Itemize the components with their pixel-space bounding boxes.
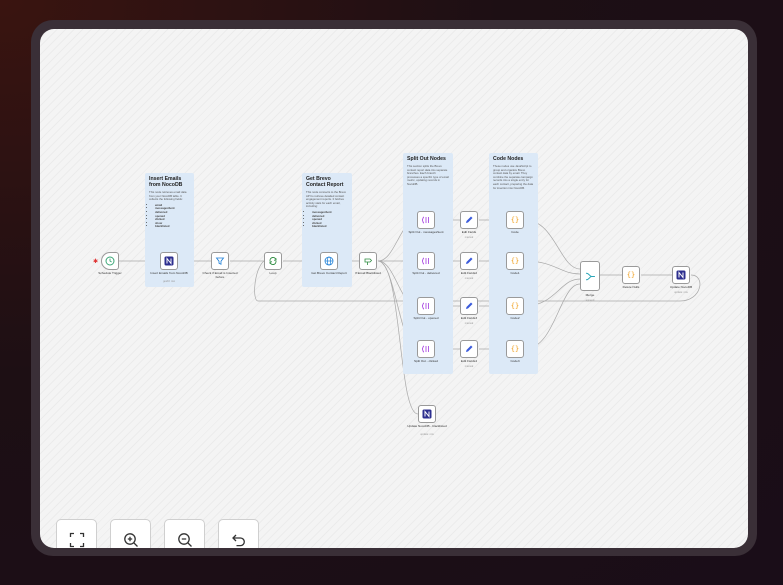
note-field: blacklisted [312, 225, 348, 229]
node-schedule-trigger[interactable] [101, 252, 119, 270]
pencil-icon [466, 302, 473, 309]
node-label: Code3 [510, 359, 520, 363]
node-code[interactable]: {} [506, 211, 524, 229]
note-title: Split Out Nodes [407, 156, 446, 162]
node-subtitle: manual [464, 277, 474, 280]
note-field: blacklisted [155, 225, 190, 229]
node-subtitle: getAll: row [162, 280, 176, 283]
zoom-out-button[interactable] [164, 519, 205, 548]
globe-icon [324, 256, 334, 266]
note-field-list: email messagesSent delivered opened clic… [149, 203, 190, 229]
note-body: This section splits the Brevo contact re… [407, 164, 449, 186]
node-subtitle: manual [464, 365, 474, 368]
node-loop[interactable] [264, 252, 282, 270]
node-label: Update NocoDB [669, 285, 693, 289]
node-label: Edit Fields [461, 230, 477, 234]
split-icon [421, 216, 429, 224]
note-body: This node retrieves email data from your… [149, 190, 187, 202]
nocodb-icon [422, 409, 432, 419]
node-update-blacklisted[interactable] [418, 405, 436, 423]
pencil-icon [466, 216, 473, 223]
node-subtitle: manual [464, 236, 474, 239]
node-subtitle: update: row [420, 433, 434, 436]
node-label: Split Out - clicked [413, 359, 439, 363]
node-split-delivered[interactable] [417, 252, 435, 270]
loop-icon [269, 257, 277, 265]
node-code1[interactable]: {} [506, 252, 524, 270]
code-braces-icon: {} [510, 302, 520, 310]
node-insert-emails[interactable] [160, 252, 178, 270]
undo-icon [231, 534, 245, 546]
split-icon [421, 345, 429, 353]
node-split-clicked[interactable] [417, 340, 435, 358]
node-label: Update NocoDB - blacklisted [407, 424, 447, 428]
node-split-messagessent[interactable] [417, 211, 435, 229]
code-braces-icon: {} [510, 216, 520, 224]
note-field-list: messagesSent delivered opened clicked bl… [306, 210, 348, 229]
node-if-blacklisted[interactable] [359, 252, 377, 270]
code-braces-icon: {} [510, 257, 520, 265]
node-check-email[interactable] [211, 252, 229, 270]
node-label: Split Out - messagesSent [408, 230, 444, 234]
node-update-nocodb[interactable] [672, 266, 690, 284]
split-icon [421, 302, 429, 310]
signpost-icon [364, 258, 373, 265]
node-label: Edit Fields2 [460, 271, 478, 275]
code-braces-icon: {} [510, 345, 520, 353]
pencil-icon [466, 345, 473, 352]
trigger-bolt-icon: ✱ [93, 259, 99, 265]
node-label: Get Brevo Contact Report [311, 271, 347, 275]
node-get-brevo-report[interactable] [320, 252, 338, 270]
node-delete-nulls[interactable]: {} [622, 266, 640, 284]
node-subtitle: manual [464, 322, 474, 325]
node-code3[interactable]: {} [506, 340, 524, 358]
zoom-in-button[interactable] [110, 519, 151, 548]
note-body: This node connects to the Brevo API to r… [306, 190, 347, 209]
nocodb-icon [164, 256, 174, 266]
merge-icon [585, 272, 595, 280]
split-icon [421, 257, 429, 265]
node-label: If Email Blacklisted [355, 271, 381, 275]
node-edit-fields3[interactable] [460, 297, 478, 315]
node-label: Code1 [510, 271, 520, 275]
node-merge[interactable] [580, 261, 600, 291]
filter-icon [215, 257, 225, 265]
reset-zoom-button[interactable] [218, 519, 259, 548]
note-title: Get Brevo Contact Report [306, 176, 344, 188]
node-label: Code2 [510, 316, 520, 320]
node-label: Insert Emails from NocoDB [150, 271, 188, 275]
node-label: Delete Nulls [622, 285, 640, 289]
node-label: Edit Fields3 [460, 316, 478, 320]
note-title: Code Nodes [493, 156, 524, 162]
zoom-out-icon [177, 532, 192, 547]
node-subtitle: append [585, 299, 595, 302]
node-label: Loop [269, 271, 277, 275]
pencil-icon [466, 257, 473, 264]
node-label: Merge [585, 293, 595, 297]
node-edit-fields[interactable] [460, 211, 478, 229]
clock-icon [105, 256, 115, 266]
node-split-opened[interactable] [417, 297, 435, 315]
node-label: Edit Fields4 [460, 359, 478, 363]
expand-icon [69, 532, 84, 547]
node-label: Split Out - opened [413, 316, 439, 320]
workflow-canvas[interactable]: Insert Emails from NocoDB This node retr… [40, 29, 748, 548]
node-edit-fields2[interactable] [460, 252, 478, 270]
node-label: Check if Email is Inserted before [202, 271, 238, 279]
fit-view-button[interactable] [56, 519, 97, 548]
node-label: Schedule Trigger [98, 271, 122, 275]
node-subtitle: update: row [674, 291, 688, 294]
note-body: These nodes use JavaScript to group and … [493, 164, 534, 190]
node-label: Code [511, 230, 519, 234]
node-code2[interactable]: {} [506, 297, 524, 315]
zoom-in-icon [123, 532, 138, 547]
node-label: Split Out - delivered [412, 271, 440, 275]
node-edit-fields4[interactable] [460, 340, 478, 358]
note-title: Insert Emails from NocoDB [149, 176, 183, 188]
code-braces-icon: {} [626, 271, 636, 279]
nocodb-icon [676, 270, 686, 280]
